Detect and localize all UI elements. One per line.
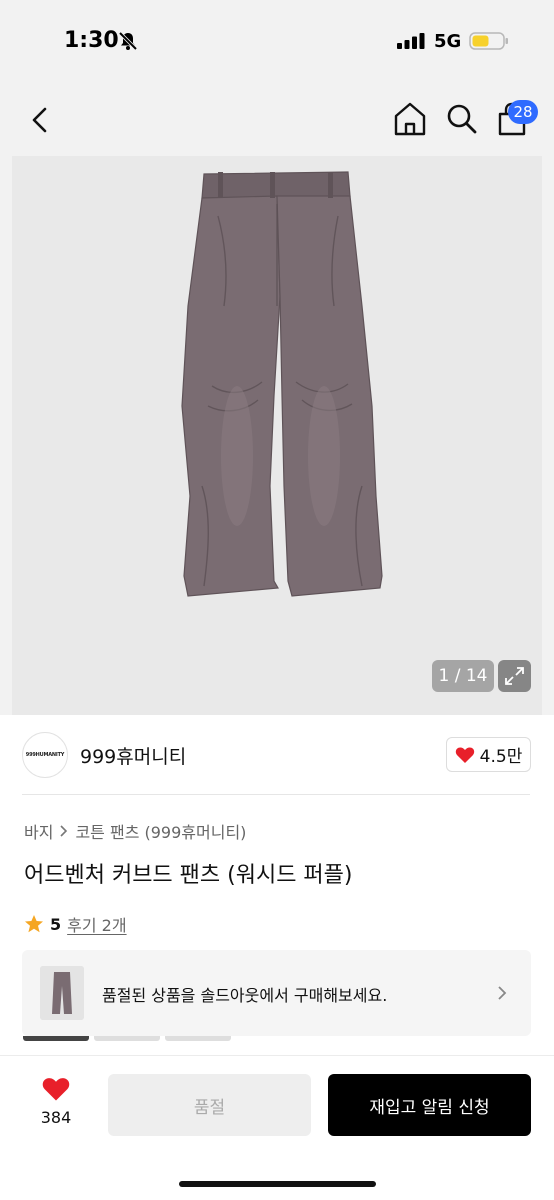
- heart-icon: [42, 1078, 70, 1101]
- home-icon[interactable]: [392, 100, 428, 138]
- chevron-right-icon: [60, 825, 68, 837]
- gallery-frame: [12, 156, 542, 715]
- thumbnail-tab[interactable]: [165, 1036, 231, 1041]
- bell-off-icon: [118, 31, 138, 51]
- expand-icon[interactable]: [498, 660, 531, 692]
- product-gallery[interactable]: [0, 156, 554, 715]
- rating-score: 5: [50, 914, 62, 934]
- status-time: 1:30: [64, 28, 119, 53]
- product-image: [181, 171, 383, 597]
- network-label: 5G: [434, 31, 462, 52]
- gallery-page-counter: 1 / 14: [432, 660, 494, 692]
- brand-logo-text: 999HUMANITY: [25, 752, 65, 758]
- heart-icon: [455, 746, 474, 763]
- breadcrumb-category[interactable]: 바지: [24, 819, 53, 843]
- wishlist-button[interactable]: 384: [24, 1076, 88, 1136]
- search-icon[interactable]: [444, 100, 480, 138]
- chevron-right-icon: [498, 986, 507, 1000]
- status-bar: 1:30 5G: [0, 0, 554, 84]
- battery-icon: [469, 32, 508, 50]
- bottom-action-bar: 384 품절 재입고 알림 신청: [0, 1055, 554, 1200]
- divider: [22, 794, 530, 795]
- restock-alert-button[interactable]: 재입고 알림 신청: [328, 1074, 531, 1136]
- star-icon: [25, 915, 43, 933]
- brand-logo[interactable]: 999HUMANITY: [22, 732, 68, 778]
- wishlist-count: 384: [40, 1108, 72, 1127]
- breadcrumb-subcategory[interactable]: 코튼 팬츠 (999휴머니티): [75, 819, 246, 843]
- back-arrow-icon[interactable]: [24, 102, 56, 138]
- app-header: [0, 84, 554, 156]
- brand-like-button[interactable]: 4.5만: [446, 737, 531, 772]
- cart-count-badge: 28: [508, 100, 538, 124]
- signal-icon: [397, 33, 425, 49]
- rating-row: 5 후기 2개: [24, 912, 127, 936]
- soldout-banner[interactable]: 품절된 상품을 솔드아웃에서 구매해보세요.: [22, 950, 531, 1036]
- review-count-link[interactable]: 후기 2개: [67, 912, 126, 936]
- soldout-thumbnail: [40, 966, 84, 1020]
- thumbnail-tab[interactable]: [23, 1036, 89, 1041]
- thumbnail-tabs: [23, 1036, 231, 1041]
- thumbnail-tab[interactable]: [94, 1036, 160, 1041]
- soldout-banner-text: 품절된 상품을 솔드아웃에서 구매해보세요.: [102, 986, 388, 1005]
- breadcrumb: 바지 코튼 팬츠 (999휴머니티): [24, 819, 246, 843]
- home-indicator: [179, 1181, 376, 1187]
- brand-name[interactable]: 999휴머니티: [80, 742, 186, 769]
- product-title: 어드벤처 커브드 팬츠 (워시드 퍼플): [24, 863, 353, 888]
- soldout-button: 품절: [108, 1074, 311, 1136]
- brand-like-count: 4.5만: [479, 747, 523, 767]
